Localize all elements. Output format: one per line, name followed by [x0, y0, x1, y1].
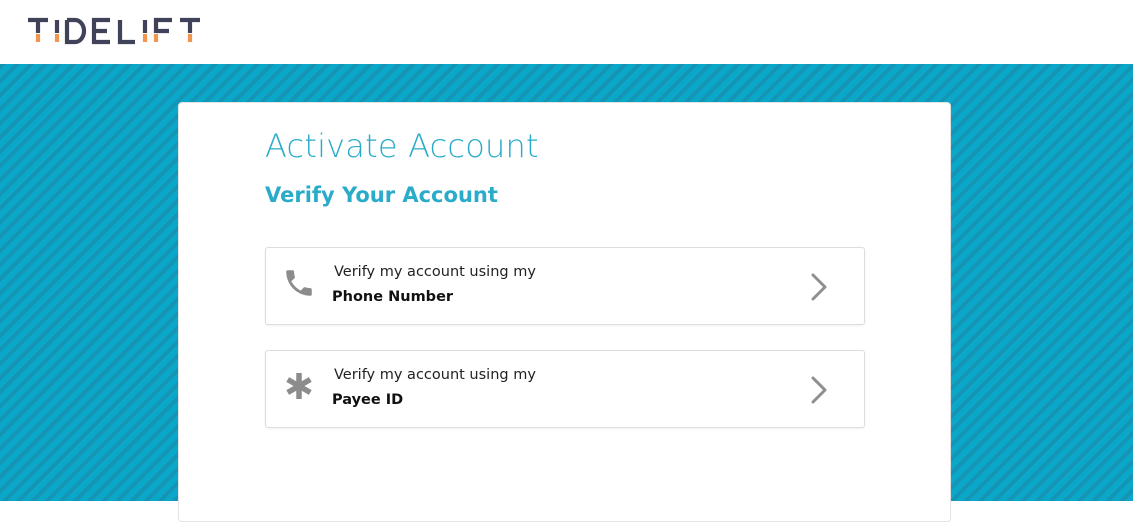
asterisk-icon: [282, 369, 316, 403]
tidelift-logo[interactable]: [27, 15, 203, 47]
verify-phone-number-option[interactable]: Verify my account using my Phone Number: [265, 247, 865, 325]
top-header: [0, 0, 1133, 64]
section-title: Verify Your Account: [265, 183, 498, 207]
chevron-right-icon: [808, 375, 830, 405]
page-title: Activate Account: [265, 127, 539, 165]
logo-wordmark: [28, 17, 200, 45]
verify-payee-id-option[interactable]: Verify my account using my Payee ID: [265, 350, 865, 428]
chevron-right-icon: [808, 272, 830, 302]
activate-account-card: Activate Account Verify Your Account Ver…: [178, 102, 951, 522]
option-label: Payee ID: [332, 392, 404, 408]
option-label: Phone Number: [332, 289, 454, 305]
option-prefix-text: Verify my account using my: [334, 367, 536, 383]
phone-icon: [282, 266, 316, 300]
option-prefix-text: Verify my account using my: [334, 264, 536, 280]
